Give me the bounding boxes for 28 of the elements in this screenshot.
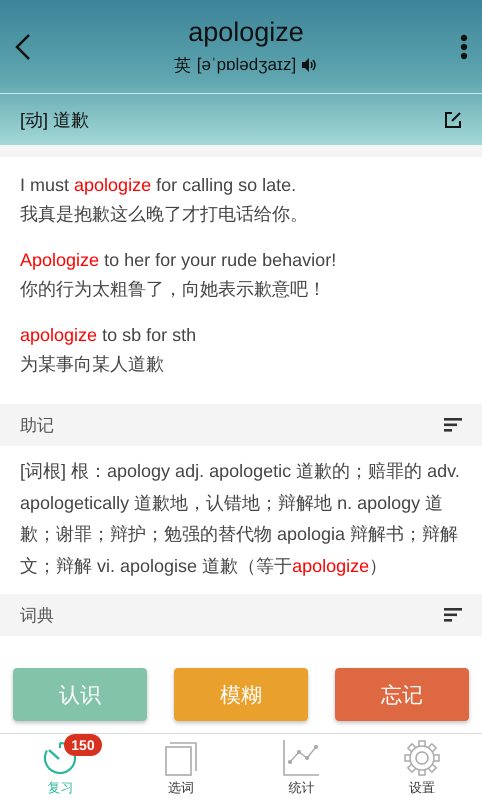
edit-icon[interactable] (444, 110, 462, 128)
cards-icon (164, 742, 197, 776)
example-translation: 为某事向某人道歉 (20, 353, 165, 376)
count-badge: 150 (64, 734, 102, 756)
speaker-icon[interactable] (302, 58, 318, 72)
example-translation: 你的行为太粗鲁了，向她表示歉意吧！ (20, 278, 327, 301)
rating-button[interactable]: 忘记 (335, 668, 469, 721)
word-title: apologize (188, 16, 304, 48)
mnemonic-text: [词根] 根：apology adj. apologetic 道歉的；赔罪的 adv. apologetically 道歉地，认错地；辩解地 n. apology 道歉；谢罪；辩护；勉强的替代物 apologia 辩解书；辩解文；辩解 vi. apologise 道歉（等于apologize） (19, 460, 461, 578)
sort-icon[interactable] (444, 608, 462, 622)
phonetic-text: [əˈpɒlədʒaɪz] (196, 55, 296, 75)
definition-text: [动] 道歉 (20, 108, 90, 132)
accent-label: 英 (174, 54, 191, 76)
chart-icon (283, 740, 320, 776)
section-title: 助记 (20, 414, 54, 436)
more-icon[interactable] (460, 34, 468, 60)
example-translation: 我真是抱歉这么晚了才打电话给你。 (20, 203, 309, 226)
nav-tab[interactable]: 选词 (120, 734, 241, 800)
settings-icon (404, 740, 440, 776)
nav-tab[interactable]: 150 复习 (0, 734, 120, 800)
sort-icon[interactable] (444, 418, 462, 432)
nav-tab[interactable]: 统计 (241, 734, 362, 800)
example-sentence: Apologize to her for your rude behavior! (20, 249, 338, 272)
example-sentence: apologize to sb for sth (20, 324, 198, 347)
nav-tab[interactable]: 设置 (362, 734, 482, 800)
example-sentence: I must apologize for calling so late. (20, 174, 298, 197)
section-title: 词典 (20, 604, 54, 626)
back-icon[interactable] (14, 32, 32, 60)
